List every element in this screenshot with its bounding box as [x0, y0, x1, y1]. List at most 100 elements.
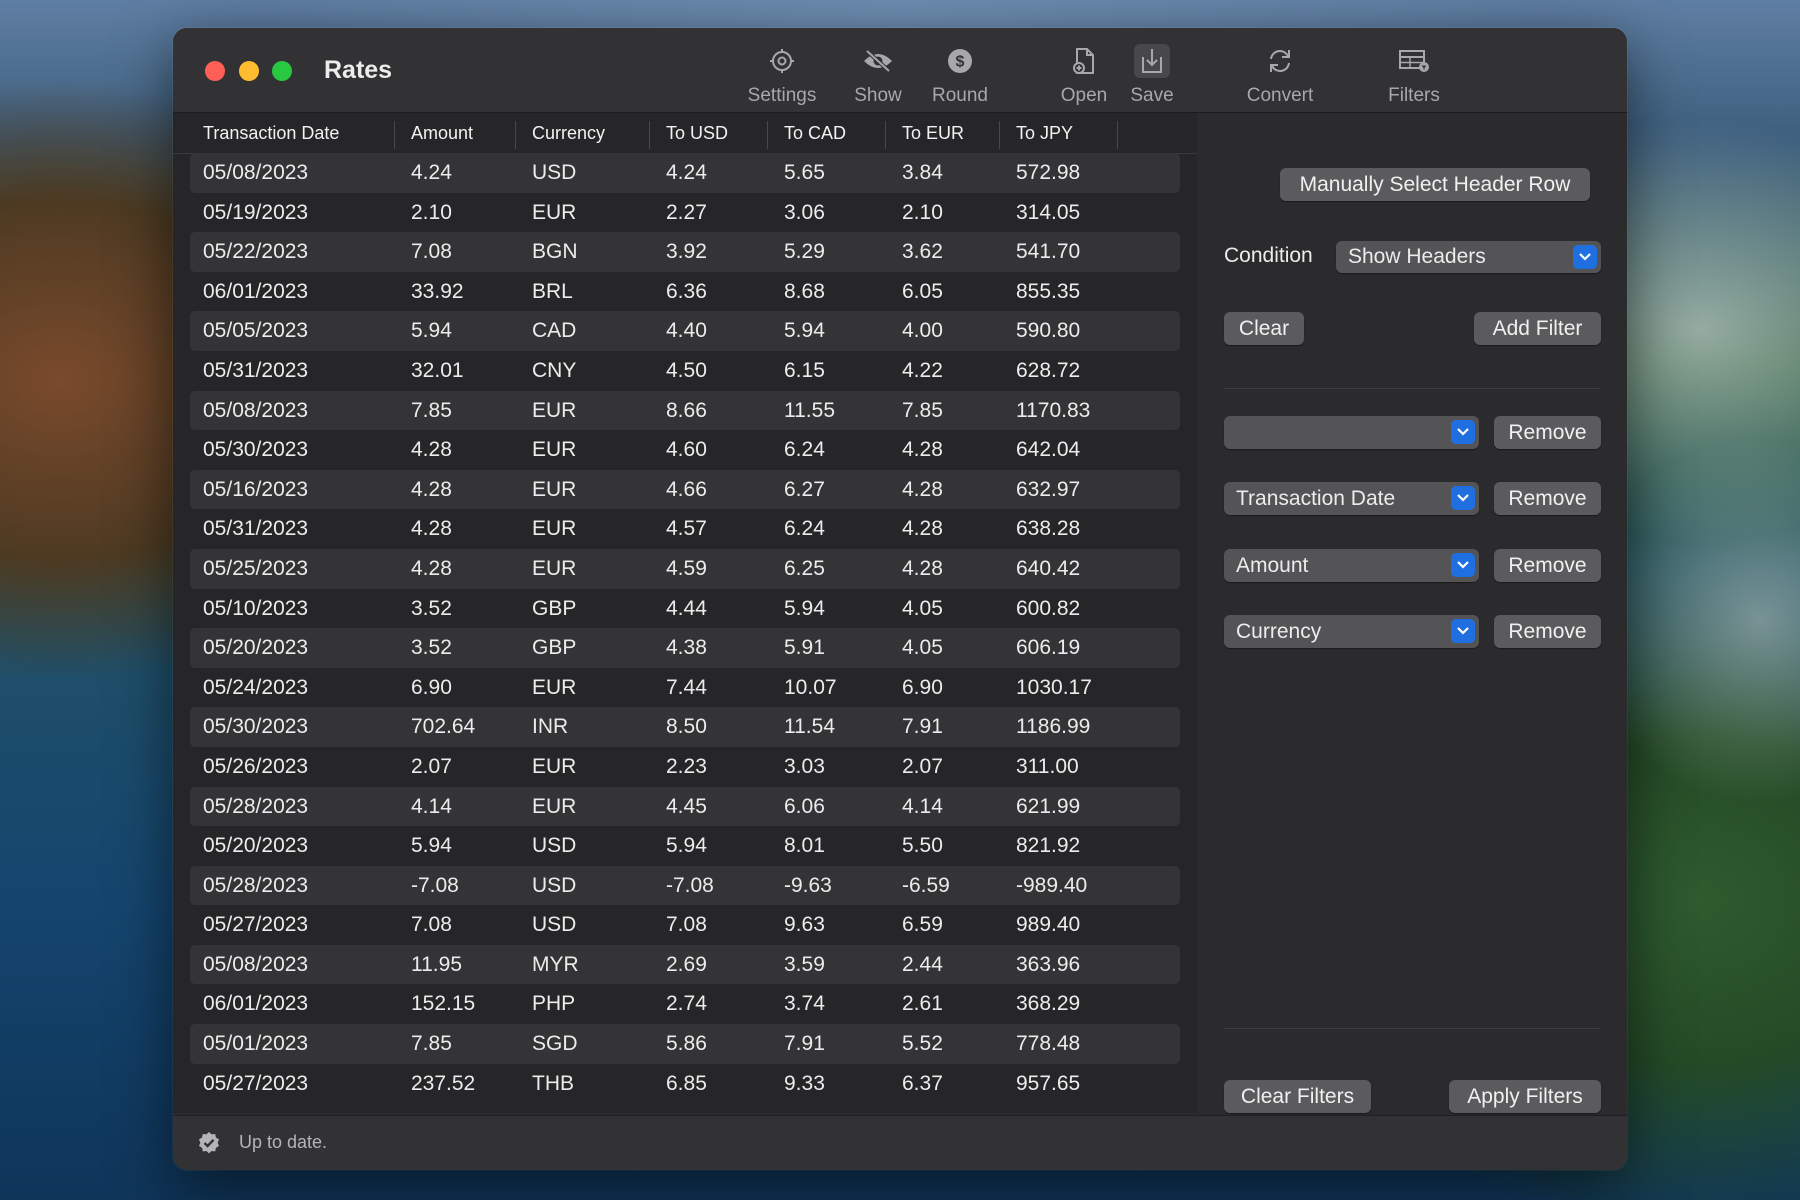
toolbar-settings-button[interactable]: Settings [737, 44, 827, 107]
column-header[interactable]: To USD [666, 113, 728, 153]
table-row[interactable]: 05/01/2023 7.85 SGD 5.86 7.91 5.52 778.48 [190, 1024, 1180, 1064]
column-separator[interactable] [999, 121, 1000, 149]
remove-filter-button[interactable]: Remove [1494, 416, 1601, 449]
column-separator[interactable] [767, 121, 768, 149]
table-row[interactable]: 05/31/2023 4.28 EUR 4.57 6.24 4.28 638.28 [190, 509, 1180, 549]
cell-to-cad: 6.27 [784, 477, 825, 501]
column-separator[interactable] [515, 121, 516, 149]
table-row[interactable]: 05/10/2023 3.52 GBP 4.44 5.94 4.05 600.82 [190, 589, 1180, 629]
toolbar-convert-button[interactable]: Convert [1235, 44, 1325, 107]
cell-to-jpy: 606.19 [1016, 636, 1081, 660]
cell-currency: EUR [532, 477, 577, 501]
filter-field-value: Currency [1236, 620, 1322, 643]
table-row[interactable]: 05/28/2023 4.14 EUR 4.45 6.06 4.14 621.99 [190, 786, 1180, 827]
cell-to-usd: 4.66 [666, 477, 707, 501]
filter-field-select[interactable]: Currency [1224, 615, 1479, 648]
cell-amount: 4.28 [411, 438, 452, 462]
cell-currency: MYR [532, 952, 579, 976]
cell-to-eur: 4.05 [902, 636, 943, 660]
zoom-window-button[interactable] [272, 61, 292, 81]
cell-to-eur: 6.59 [902, 913, 943, 937]
cell-to-eur: 2.61 [902, 992, 943, 1016]
cell-to-eur: 3.62 [902, 240, 943, 264]
table-row[interactable]: 05/28/2023 -7.08 USD -7.08 -9.63 -6.59 -989.40 [190, 865, 1180, 906]
add-filter-button[interactable]: Add Filter [1474, 312, 1601, 345]
cell-amount: 3.52 [411, 596, 452, 620]
remove-filter-button[interactable]: Remove [1494, 549, 1601, 582]
column-separator[interactable] [649, 121, 650, 149]
toolbar-show-button[interactable]: Show [833, 44, 923, 107]
minimize-window-button[interactable] [239, 61, 259, 81]
cell-to-usd: 4.60 [666, 438, 707, 462]
filter-field-select[interactable]: Amount [1224, 549, 1479, 582]
cell-to-cad: 9.33 [784, 1071, 825, 1095]
table-row[interactable]: 05/16/2023 4.28 EUR 4.66 6.27 4.28 632.97 [190, 469, 1180, 510]
cell-amount: 7.08 [411, 913, 452, 937]
cell-currency: USD [532, 873, 577, 897]
remove-filter-button[interactable]: Remove [1494, 615, 1601, 648]
filter-field-select[interactable] [1224, 416, 1479, 449]
table-row[interactable]: 05/20/2023 5.94 USD 5.94 8.01 5.50 821.92 [190, 826, 1180, 866]
table-row[interactable]: 05/27/2023 237.52 THB 6.85 9.33 6.37 957.65 [190, 1064, 1180, 1104]
table-row[interactable]: 05/26/2023 2.07 EUR 2.23 3.03 2.07 311.00 [190, 747, 1180, 787]
column-header[interactable]: Amount [411, 113, 473, 153]
toolbar-save-button[interactable]: Save [1107, 44, 1197, 107]
table-row[interactable]: 06/01/2023 33.92 BRL 6.36 8.68 6.05 855.35 [190, 272, 1180, 312]
table-row[interactable]: 05/08/2023 4.24 USD 4.24 5.65 3.84 572.98 [190, 153, 1180, 193]
cell-date: 05/28/2023 [203, 794, 309, 818]
cell-amount: 4.28 [411, 477, 452, 501]
cell-currency: EUR [532, 200, 577, 224]
cell-currency: EUR [532, 398, 577, 422]
table-row[interactable]: 05/25/2023 4.28 EUR 4.59 6.25 4.28 640.42 [190, 548, 1180, 589]
table-row[interactable]: 05/19/2023 2.10 EUR 2.27 3.06 2.10 314.05 [190, 193, 1180, 233]
toolbar-filters-button[interactable]: Filters [1369, 44, 1459, 107]
column-separator[interactable] [885, 121, 886, 149]
column-header[interactable]: To EUR [902, 113, 964, 153]
cell-to-usd: 4.59 [666, 556, 707, 580]
cell-to-cad: 5.94 [784, 596, 825, 620]
cell-amount: 237.52 [411, 1071, 476, 1095]
column-separator[interactable] [1117, 121, 1118, 149]
filter-field-select[interactable]: Transaction Date [1224, 482, 1479, 515]
window-title: Rates [324, 56, 393, 84]
column-header[interactable]: Currency [532, 113, 605, 153]
toolbar-label: Convert [1246, 85, 1314, 106]
condition-select[interactable]: Show Headers [1336, 241, 1601, 273]
toolbar-round-button[interactable]: $ Round [915, 44, 1005, 107]
cell-to-cad: 6.24 [784, 438, 825, 462]
cell-currency: EUR [532, 517, 577, 541]
cell-currency: USD [532, 834, 577, 858]
cell-amount: 4.24 [411, 161, 452, 184]
table-row[interactable]: 05/08/2023 7.85 EUR 8.66 11.55 7.85 1170.83 [190, 390, 1180, 431]
cell-to-jpy: 640.42 [1016, 556, 1081, 580]
table-row[interactable]: 06/01/2023 152.15 PHP 2.74 3.74 2.61 368.29 [190, 984, 1180, 1024]
table-row[interactable]: 05/22/2023 7.08 BGN 3.92 5.29 3.62 541.70 [190, 232, 1180, 272]
apply-filters-button[interactable]: Apply Filters [1449, 1080, 1601, 1113]
column-header[interactable]: To CAD [784, 113, 846, 153]
table-row[interactable]: 05/24/2023 6.90 EUR 7.44 10.07 6.90 1030.17 [190, 668, 1180, 708]
column-header[interactable]: To JPY [1016, 113, 1073, 153]
table-row[interactable]: 05/30/2023 702.64 INR 8.50 11.54 7.91 1186.99 [190, 707, 1180, 747]
column-header[interactable]: Transaction Date [203, 113, 339, 153]
column-separator[interactable] [394, 121, 395, 149]
table-row[interactable]: 05/30/2023 4.28 EUR 4.60 6.24 4.28 642.04 [190, 430, 1180, 470]
cell-to-cad: 6.25 [784, 556, 825, 580]
clear-button[interactable]: Clear [1224, 312, 1304, 345]
table-row[interactable]: 05/31/2023 32.01 CNY 4.50 6.15 4.22 628.72 [190, 351, 1180, 391]
table-row[interactable]: 05/08/2023 11.95 MYR 2.69 3.59 2.44 363.96 [190, 944, 1180, 985]
toolbar-label: Save [1130, 85, 1174, 106]
table-row[interactable]: 05/27/2023 7.08 USD 7.08 9.63 6.59 989.40 [190, 905, 1180, 945]
remove-filter-button[interactable]: Remove [1494, 482, 1601, 515]
table-row[interactable]: 05/05/2023 5.94 CAD 4.40 5.94 4.00 590.80 [190, 311, 1180, 351]
cell-date: 05/16/2023 [203, 477, 309, 501]
manually-select-header-row-button[interactable]: Manually Select Header Row [1280, 168, 1590, 201]
cell-amount: 4.28 [411, 556, 452, 580]
table-row[interactable]: 05/20/2023 3.52 GBP 4.38 5.91 4.05 606.19 [190, 628, 1180, 668]
clear-filters-button[interactable]: Clear Filters [1224, 1080, 1371, 1113]
cell-currency: BGN [532, 240, 578, 264]
toolbar-label: Settings [747, 85, 817, 106]
close-window-button[interactable] [205, 61, 225, 81]
cell-amount: 11.95 [411, 952, 462, 976]
cell-to-jpy: 855.35 [1016, 279, 1081, 303]
cell-amount: 7.85 [411, 398, 452, 422]
